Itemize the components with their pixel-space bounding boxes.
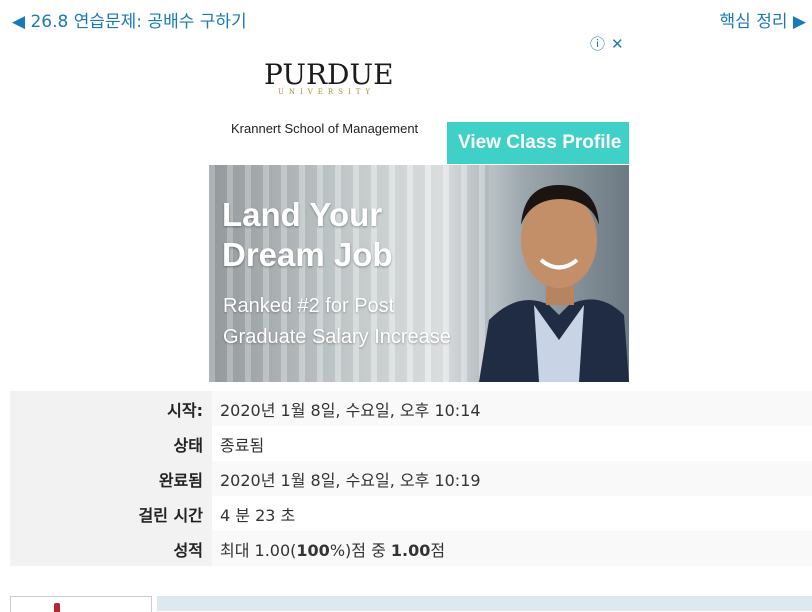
student-photo	[479, 185, 629, 382]
summary-value: 4 분 23 초	[212, 496, 812, 531]
view-class-profile-button[interactable]: View Class Profile ›	[447, 122, 629, 195]
ad-controls: ⓘ ✕	[590, 33, 630, 54]
summary-label: 상태	[10, 426, 212, 461]
purdue-logo: PURDUE UNIVERSITY	[264, 58, 394, 96]
next-activity-link[interactable]: 핵심 정리 ▶	[720, 7, 806, 32]
summary-label: 걸린 시간	[10, 496, 212, 531]
summary-row-start: 시작: 2020년 1월 8일, 수요일, 오후 10:14	[10, 391, 812, 426]
summary-value: 최대 1.00(100%)점 중 1.00점	[212, 531, 812, 566]
advertisement-banner[interactable]: PURDUE UNIVERSITY Krannert School of Man…	[209, 55, 629, 382]
summary-row-time-taken: 걸린 시간 4 분 23 초	[10, 496, 812, 531]
question-nav-box	[10, 596, 152, 612]
summary-value: 2020년 1월 8일, 수요일, 오후 10:19	[212, 461, 812, 496]
summary-label: 완료됨	[10, 461, 212, 496]
close-icon[interactable]: ✕	[611, 35, 624, 53]
ad-subline: Ranked #2 for Post Graduate Salary Incre…	[223, 295, 451, 348]
summary-label: 성적	[10, 531, 212, 566]
ad-headline: Land Your Dream Job	[222, 196, 393, 273]
summary-value: 종료됨	[212, 426, 812, 461]
summary-label: 시작:	[10, 391, 212, 426]
ad-photo: Land Your Dream Job Ranked #2 for Post G…	[209, 165, 629, 382]
info-circle-icon[interactable]: ⓘ	[590, 35, 605, 53]
ad-header: PURDUE UNIVERSITY Krannert School of Man…	[209, 55, 629, 195]
summary-row-status: 상태 종료됨	[10, 426, 812, 461]
quiz-summary-table: 시작: 2020년 1월 8일, 수요일, 오후 10:14 상태 종료됨 완료…	[10, 391, 812, 566]
summary-row-grade: 성적 최대 1.00(100%)점 중 1.00점	[10, 531, 812, 566]
school-name: Krannert School of Management	[231, 121, 419, 136]
prev-activity-link[interactable]: ◀ 26.8 연습문제: 공배수 구하기	[12, 7, 247, 32]
summary-value: 2020년 1월 8일, 수요일, 오후 10:14	[212, 391, 812, 426]
question-info-panel	[157, 596, 812, 611]
summary-row-completed: 완료됨 2020년 1월 8일, 수요일, 오후 10:19	[10, 461, 812, 496]
